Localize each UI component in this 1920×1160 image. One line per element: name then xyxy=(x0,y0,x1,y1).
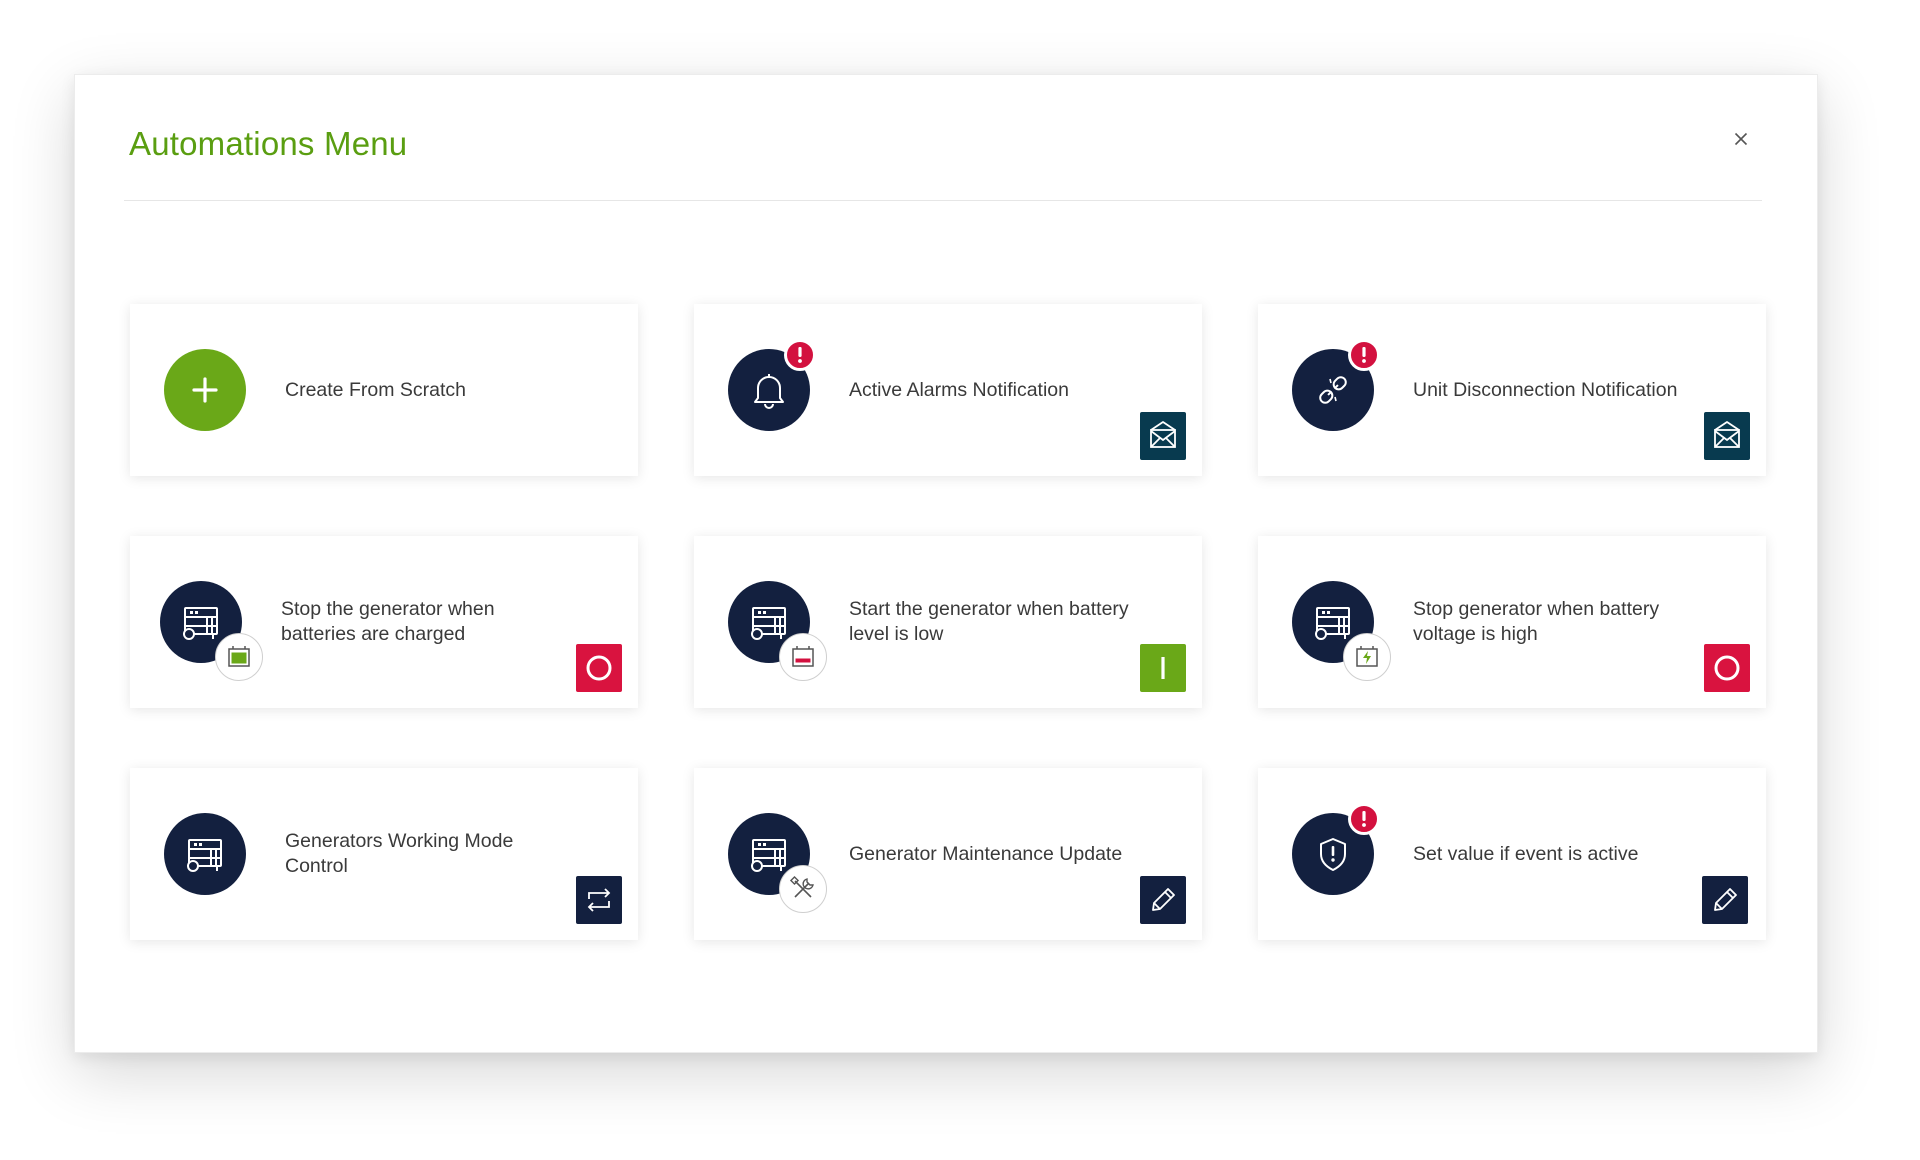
pencil-icon xyxy=(1152,888,1175,911)
email-action-button[interactable] xyxy=(1704,412,1750,460)
power-off-icon xyxy=(1714,655,1740,681)
card-label: Stop the generator when batteries are ch… xyxy=(281,598,495,645)
card-label: Generators Working Mode Control xyxy=(285,830,514,877)
card-generators-working-mode-control[interactable]: Generators Working Mode Control xyxy=(130,768,638,940)
envelope-icon xyxy=(1714,421,1740,448)
close-icon xyxy=(1734,132,1748,146)
generator-off-button[interactable] xyxy=(576,644,622,692)
card-label: Generator Maintenance Update xyxy=(849,842,1123,865)
pencil-icon xyxy=(1714,888,1737,911)
card-label: Start the generator when battery level i… xyxy=(849,598,1129,645)
tools-icon xyxy=(779,865,827,913)
card-set-value-if-event-active[interactable]: Set value if event is active xyxy=(1258,768,1766,940)
alert-icon xyxy=(1348,339,1380,371)
alert-icon xyxy=(1348,803,1380,835)
card-label: Stop generator when battery voltage is h… xyxy=(1413,598,1660,645)
battery-full-icon xyxy=(215,633,263,681)
repeat-action-button[interactable] xyxy=(576,876,622,924)
email-action-button[interactable] xyxy=(1140,412,1186,460)
card-stop-generator-voltage-high[interactable]: Stop generator when battery voltage is h… xyxy=(1258,536,1766,708)
card-stop-generator-batteries-charged[interactable]: Stop the generator when batteries are ch… xyxy=(130,536,638,708)
automations-modal: Automations Menu Create From Scratch Act… xyxy=(74,74,1818,1053)
card-label: Create From Scratch xyxy=(285,378,466,401)
card-generator-maintenance-update[interactable]: Generator Maintenance Update xyxy=(694,768,1202,940)
title-divider xyxy=(124,200,1762,201)
envelope-icon xyxy=(1150,421,1176,448)
generator-off-button[interactable] xyxy=(1704,644,1750,692)
card-create-from-scratch[interactable]: Create From Scratch xyxy=(130,304,638,476)
edit-action-button[interactable] xyxy=(1702,876,1748,924)
modal-title: Automations Menu xyxy=(129,125,408,162)
generator-icon xyxy=(164,813,246,895)
card-start-generator-battery-low[interactable]: Start the generator when battery level i… xyxy=(694,536,1202,708)
card-label: Active Alarms Notification xyxy=(849,378,1069,401)
repeat-icon xyxy=(587,888,611,912)
close-button[interactable] xyxy=(1725,123,1757,155)
plus-icon xyxy=(164,349,246,431)
card-label: Set value if event is active xyxy=(1413,842,1639,865)
power-off-icon xyxy=(586,655,612,681)
card-active-alarms-notification[interactable]: Active Alarms Notification xyxy=(694,304,1202,476)
card-unit-disconnection-notification[interactable]: Unit Disconnection Notification xyxy=(1258,304,1766,476)
power-on-icon xyxy=(1161,657,1165,679)
battery-low-icon xyxy=(779,633,827,681)
card-label: Unit Disconnection Notification xyxy=(1413,378,1678,401)
alert-icon xyxy=(784,339,816,371)
edit-action-button[interactable] xyxy=(1140,876,1186,924)
generator-on-button[interactable] xyxy=(1140,644,1186,692)
battery-charging-icon xyxy=(1343,633,1391,681)
